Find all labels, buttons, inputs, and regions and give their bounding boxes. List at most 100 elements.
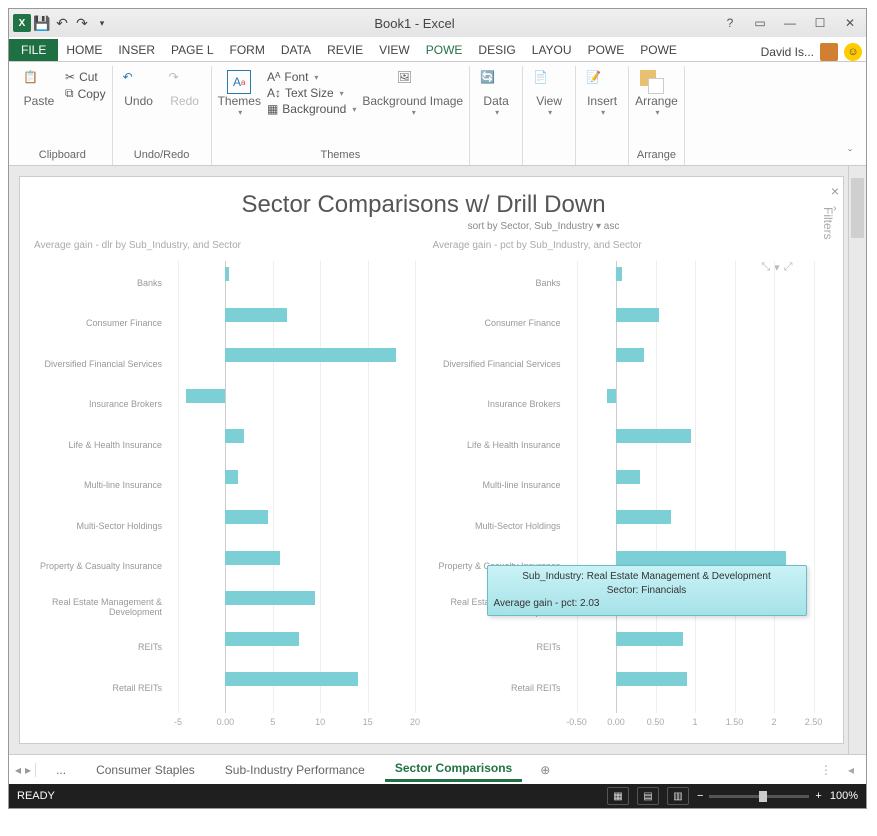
tab-nav-prev[interactable]: ◂ xyxy=(15,763,21,777)
bar[interactable] xyxy=(616,348,644,362)
bg-image-button[interactable]: 🖼Background Image▾ xyxy=(362,70,463,117)
bar[interactable] xyxy=(225,591,315,605)
data-button[interactable]: 🔄Data▾ xyxy=(476,70,516,117)
cut-button[interactable]: ✂Cut xyxy=(65,70,106,84)
font-button[interactable]: AᴬFont▾ xyxy=(267,70,356,84)
bar-row[interactable]: Retail REITs xyxy=(28,668,421,709)
zoom-slider[interactable]: − + xyxy=(697,790,822,802)
qat-customize[interactable]: ▾ xyxy=(93,14,111,32)
qat-undo[interactable]: ↶ xyxy=(53,14,71,32)
bar-row[interactable]: Consumer Finance xyxy=(28,304,421,345)
ribbon-tab-revie[interactable]: REVIE xyxy=(319,39,371,61)
bar-row[interactable]: Retail REITs xyxy=(427,668,820,709)
chart-left[interactable]: Average gain - dlr by Sub_Industry, and … xyxy=(28,236,421,735)
tab-nav-next[interactable]: ▸ xyxy=(25,763,31,777)
view-normal-icon[interactable]: ▦ xyxy=(607,787,629,805)
qat-save[interactable]: 💾 xyxy=(33,14,51,32)
bar-row[interactable]: Multi-line Insurance xyxy=(427,466,820,507)
tab-scroll-left[interactable]: ◂ xyxy=(842,763,860,777)
bar[interactable] xyxy=(616,632,683,646)
ribbon-tab-form[interactable]: FORM xyxy=(222,39,273,61)
background-button[interactable]: ▦Background▾ xyxy=(267,102,356,116)
bar-row[interactable]: Banks xyxy=(28,263,421,304)
zoom-level[interactable]: 100% xyxy=(830,790,858,802)
bar[interactable] xyxy=(225,510,268,524)
maximize-icon[interactable]: ☐ xyxy=(808,13,832,33)
pane-close-icon[interactable]: × xyxy=(831,183,839,199)
help-icon[interactable]: ? xyxy=(718,13,742,33)
sheet-tab-consumer[interactable]: Consumer Staples xyxy=(86,759,205,781)
bar-row[interactable]: REITs xyxy=(427,628,820,669)
undo-button[interactable]: ↶Undo xyxy=(119,70,159,108)
bar[interactable] xyxy=(616,308,659,322)
bar[interactable] xyxy=(616,551,786,565)
vertical-scrollbar[interactable] xyxy=(848,166,866,754)
chart-right[interactable]: Average gain - pct by Sub_Industry, and … xyxy=(427,236,820,735)
sheet-tab-sector[interactable]: Sector Comparisons xyxy=(385,757,522,782)
file-tab[interactable]: FILE xyxy=(9,39,58,61)
bar[interactable] xyxy=(225,429,244,443)
ribbon-tab-layou[interactable]: LAYOU xyxy=(524,39,580,61)
new-sheet-button[interactable]: ⊕ xyxy=(532,763,558,777)
tab-menu-icon[interactable]: ⋮ xyxy=(820,763,832,777)
bar[interactable] xyxy=(225,470,237,484)
bar-row[interactable]: Life & Health Insurance xyxy=(427,425,820,466)
bar-row[interactable]: REITs xyxy=(28,628,421,669)
bar[interactable] xyxy=(607,389,616,403)
sheet-tab-more[interactable]: ... xyxy=(46,759,76,781)
bar[interactable] xyxy=(225,672,358,686)
ribbon-tab-powe[interactable]: POWE xyxy=(418,39,471,61)
bar[interactable] xyxy=(616,470,640,484)
view-button[interactable]: 📄View▾ xyxy=(529,70,569,117)
ribbon-tab-powe[interactable]: POWE xyxy=(580,39,633,61)
view-break-icon[interactable]: ▥ xyxy=(667,787,689,805)
bar-row[interactable]: Multi-Sector Holdings xyxy=(427,506,820,547)
qat-redo[interactable]: ↷ xyxy=(73,14,91,32)
ribbon-toggle-icon[interactable]: ▭ xyxy=(748,13,772,33)
bar-row[interactable]: Diversified Financial Services xyxy=(28,344,421,385)
view-page-icon[interactable]: ▤ xyxy=(637,787,659,805)
bar[interactable] xyxy=(225,308,287,322)
zoom-in-icon[interactable]: + xyxy=(815,790,821,802)
feedback-icon[interactable]: ☺ xyxy=(844,43,862,61)
text-size-button[interactable]: A↕Text Size▾ xyxy=(267,86,356,100)
ribbon-tab-powe[interactable]: POWE xyxy=(632,39,685,61)
bar-row[interactable]: Insurance Brokers xyxy=(427,385,820,426)
bar[interactable] xyxy=(225,632,299,646)
close-icon[interactable]: ✕ xyxy=(838,13,862,33)
bar[interactable] xyxy=(225,348,396,362)
bar[interactable] xyxy=(616,267,622,281)
bar-row[interactable]: Real Estate Management & Development xyxy=(28,587,421,628)
bar[interactable] xyxy=(186,389,226,403)
bar-row[interactable]: Multi-Sector Holdings xyxy=(28,506,421,547)
paste-button[interactable]: 📋 Paste xyxy=(19,70,59,108)
ribbon-tab-home[interactable]: HOME xyxy=(58,39,110,61)
bar-row[interactable]: Multi-line Insurance xyxy=(28,466,421,507)
sort-line[interactable]: sort by Sector, Sub_Industry ▾ asc xyxy=(268,221,819,232)
bar-row[interactable]: Diversified Financial Services xyxy=(427,344,820,385)
minimize-icon[interactable]: — xyxy=(778,13,802,33)
bar[interactable] xyxy=(225,267,229,281)
bar-row[interactable]: Banks xyxy=(427,263,820,304)
bar[interactable] xyxy=(225,551,280,565)
bar[interactable] xyxy=(616,429,691,443)
bar-row[interactable]: Consumer Finance xyxy=(427,304,820,345)
copy-button[interactable]: ⧉Copy xyxy=(65,86,106,101)
bar-row[interactable]: Insurance Brokers xyxy=(28,385,421,426)
bar-row[interactable]: Property & Casualty Insurance xyxy=(28,547,421,588)
arrange-button[interactable]: Arrange▾ xyxy=(635,70,678,117)
filters-label[interactable]: Filters xyxy=(821,207,835,240)
themes-button[interactable]: AaThemes▾ xyxy=(218,70,261,117)
collapse-ribbon-icon[interactable]: ˇ xyxy=(848,66,862,165)
sheet-tab-subind[interactable]: Sub-Industry Performance xyxy=(215,759,375,781)
ribbon-tab-view[interactable]: VIEW xyxy=(371,39,418,61)
bar[interactable] xyxy=(616,672,687,686)
account-menu[interactable]: David Is... ☺ xyxy=(757,43,866,61)
bar[interactable] xyxy=(616,510,671,524)
redo-button[interactable]: ↷Redo xyxy=(165,70,205,108)
insert-button[interactable]: 📝Insert▾ xyxy=(582,70,622,117)
bar-row[interactable]: Life & Health Insurance xyxy=(28,425,421,466)
ribbon-tab-data[interactable]: DATA xyxy=(273,39,319,61)
ribbon-tab-desig[interactable]: DESIG xyxy=(470,39,523,61)
ribbon-tab-page l[interactable]: PAGE L xyxy=(163,39,221,61)
